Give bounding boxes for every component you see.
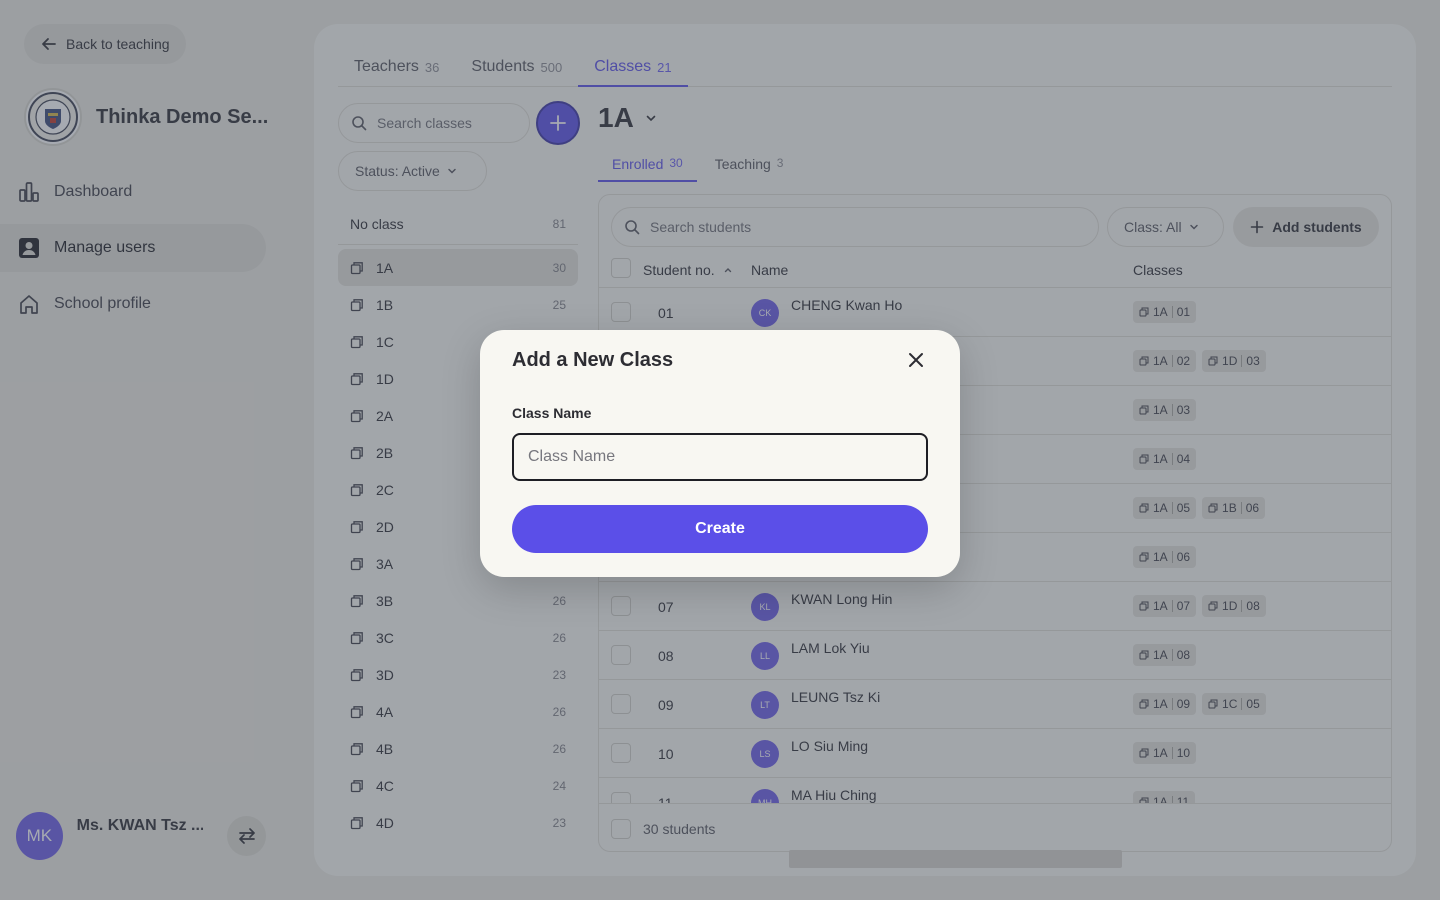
- close-button[interactable]: [902, 346, 930, 374]
- close-icon: [909, 353, 923, 367]
- class-name-label: Class Name: [512, 405, 592, 421]
- create-button[interactable]: Create: [512, 505, 928, 553]
- dialog-title: Add a New Class: [512, 349, 674, 371]
- class-name-input[interactable]: [512, 433, 928, 481]
- add-class-dialog: Add a New Class Class Name Create: [480, 330, 960, 577]
